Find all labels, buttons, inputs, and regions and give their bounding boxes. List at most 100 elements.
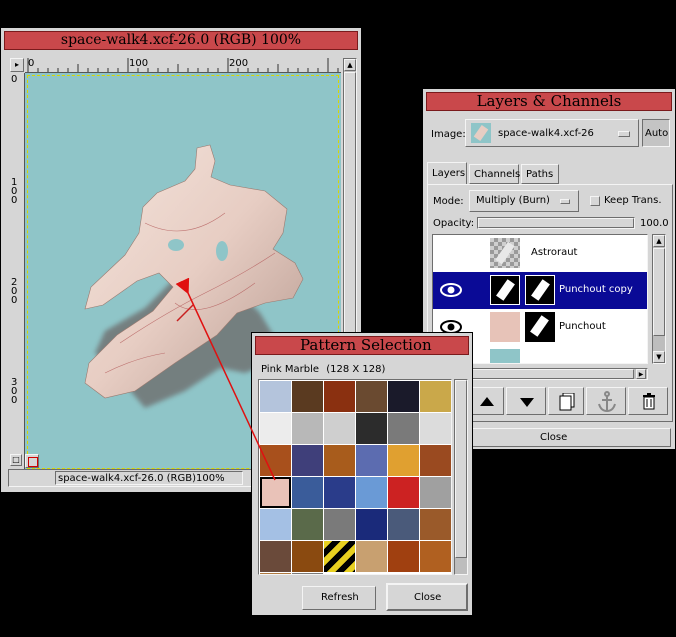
pattern-tile[interactable] — [292, 509, 323, 540]
quickmask-off-button[interactable]: □ — [10, 454, 22, 466]
layer-list-vscroll[interactable]: ▲ ▼ — [652, 234, 666, 364]
delete-layer-button[interactable] — [628, 387, 668, 415]
pattern-tile[interactable] — [388, 477, 419, 508]
opacity-slider[interactable] — [477, 217, 635, 229]
pattern-tile[interactable] — [292, 573, 323, 574]
status-text: space-walk4.xcf-26.0 (RGB)100% — [58, 473, 225, 484]
keep-trans-label: Keep Trans. — [604, 195, 662, 206]
pattern-tile[interactable] — [260, 413, 291, 444]
pattern-tile[interactable] — [292, 445, 323, 476]
mode-option-menu[interactable]: Multiply (Burn) — [469, 190, 579, 212]
scroll-right-arrow[interactable]: ▶ — [636, 369, 646, 379]
opacity-slider-fill — [478, 218, 634, 228]
pattern-tile[interactable] — [356, 477, 387, 508]
pattern-tile[interactable] — [356, 541, 387, 572]
pattern-tile[interactable] — [324, 413, 355, 444]
pattern-tile[interactable] — [324, 477, 355, 508]
pattern-tile[interactable] — [356, 573, 387, 574]
layers-dialog-title[interactable]: Layers & Channels — [426, 92, 672, 111]
pattern-tile[interactable] — [324, 541, 355, 572]
pattern-dialog-title[interactable]: Pattern Selection — [255, 336, 469, 355]
scroll-thumb[interactable] — [653, 248, 665, 336]
mode-value: Multiply (Burn) — [476, 195, 550, 206]
status-text-field: space-walk4.xcf-26.0 (RGB)100% — [55, 471, 243, 485]
pattern-tile[interactable] — [420, 381, 451, 412]
close-label: Close — [540, 432, 568, 443]
tab-channels[interactable]: Channels — [469, 164, 520, 184]
pattern-tile[interactable] — [388, 541, 419, 572]
pattern-tile[interactable] — [356, 509, 387, 540]
ruler-tick-label: 0 — [11, 74, 18, 85]
pattern-tile[interactable] — [356, 445, 387, 476]
pattern-tile[interactable] — [388, 445, 419, 476]
pattern-tile[interactable] — [324, 509, 355, 540]
duplicate-layer-button[interactable] — [548, 387, 584, 415]
pattern-grid — [258, 379, 452, 575]
refresh-button[interactable]: Refresh — [302, 586, 376, 610]
pattern-tile[interactable] — [260, 381, 291, 412]
vertical-ruler: 0 100 200 300 — [10, 73, 25, 471]
keep-trans-checkbox[interactable] — [590, 196, 600, 206]
pattern-tile[interactable] — [388, 573, 419, 574]
eye-icon[interactable] — [439, 282, 463, 301]
pattern-dialog: Pattern Selection Pink Marble (128 X 128… — [251, 332, 473, 616]
scroll-up-arrow[interactable]: ▲ — [344, 59, 356, 71]
pattern-tile[interactable] — [324, 573, 355, 574]
pattern-tile[interactable] — [260, 541, 291, 572]
image-window-title[interactable]: space-walk4.xcf-26.0 (RGB) 100% — [4, 31, 358, 50]
auto-button-label: Auto — [645, 128, 669, 139]
tab-paths[interactable]: Paths — [521, 164, 559, 184]
pattern-tile[interactable] — [388, 413, 419, 444]
pattern-tile[interactable] — [260, 509, 291, 540]
scroll-down-arrow[interactable]: ▼ — [653, 351, 665, 363]
scroll-thumb[interactable] — [455, 380, 467, 558]
layer-preview — [490, 312, 520, 342]
image-option-menu[interactable]: space-walk4.xcf-26 — [465, 119, 639, 147]
close-label: Close — [414, 592, 442, 603]
layer-mask-preview — [525, 275, 555, 305]
layer-name: Punchout copy — [559, 284, 633, 295]
pattern-tile[interactable] — [388, 509, 419, 540]
pattern-tile[interactable] — [292, 477, 323, 508]
arrow-up-icon — [480, 397, 494, 406]
ruler-corner-button[interactable]: ▸ — [10, 58, 24, 72]
layer-preview — [490, 275, 520, 305]
pattern-tile[interactable] — [420, 445, 451, 476]
pattern-tile[interactable] — [292, 381, 323, 412]
pattern-tile[interactable] — [324, 381, 355, 412]
pattern-vscroll[interactable] — [454, 379, 468, 575]
pattern-tile[interactable] — [420, 541, 451, 572]
pattern-tile[interactable] — [420, 573, 451, 574]
lower-layer-button[interactable] — [506, 387, 546, 415]
tab-label: Paths — [526, 169, 554, 180]
pattern-tile[interactable] — [356, 413, 387, 444]
pattern-tile[interactable] — [260, 573, 291, 574]
pattern-tile[interactable] — [356, 381, 387, 412]
tab-bar: Layers Channels Paths — [427, 162, 673, 185]
pattern-tile[interactable] — [420, 413, 451, 444]
raise-layer-button[interactable] — [468, 387, 504, 415]
pattern-tile[interactable] — [260, 445, 291, 476]
pattern-close-button[interactable]: Close — [386, 583, 468, 611]
pattern-tile[interactable] — [292, 541, 323, 572]
auto-button[interactable]: Auto — [642, 119, 670, 147]
layer-row-astroraut[interactable]: Astroraut — [433, 235, 647, 272]
pattern-tile[interactable] — [420, 509, 451, 540]
pattern-tile[interactable] — [388, 381, 419, 412]
option-menu-indicator — [618, 131, 630, 137]
pattern-tile[interactable] — [420, 477, 451, 508]
image-label: Image: — [431, 129, 466, 140]
pattern-tile[interactable] — [292, 413, 323, 444]
pattern-tile[interactable] — [324, 445, 355, 476]
pattern-tile[interactable] — [260, 477, 291, 508]
opacity-value: 100.0 — [640, 218, 669, 229]
tab-layers[interactable]: Layers — [427, 162, 467, 185]
arrow-down-icon — [520, 398, 534, 407]
layer-row-punchout-copy[interactable]: Punchout copy — [433, 272, 647, 309]
horizontal-ruler: 0 100 200 — [25, 58, 341, 73]
scroll-up-arrow[interactable]: ▲ — [653, 235, 665, 247]
opacity-label: Opacity: — [433, 218, 475, 229]
quickmask-on-button[interactable] — [25, 454, 39, 468]
refresh-label: Refresh — [321, 592, 359, 603]
anchor-layer-button[interactable] — [586, 387, 626, 415]
